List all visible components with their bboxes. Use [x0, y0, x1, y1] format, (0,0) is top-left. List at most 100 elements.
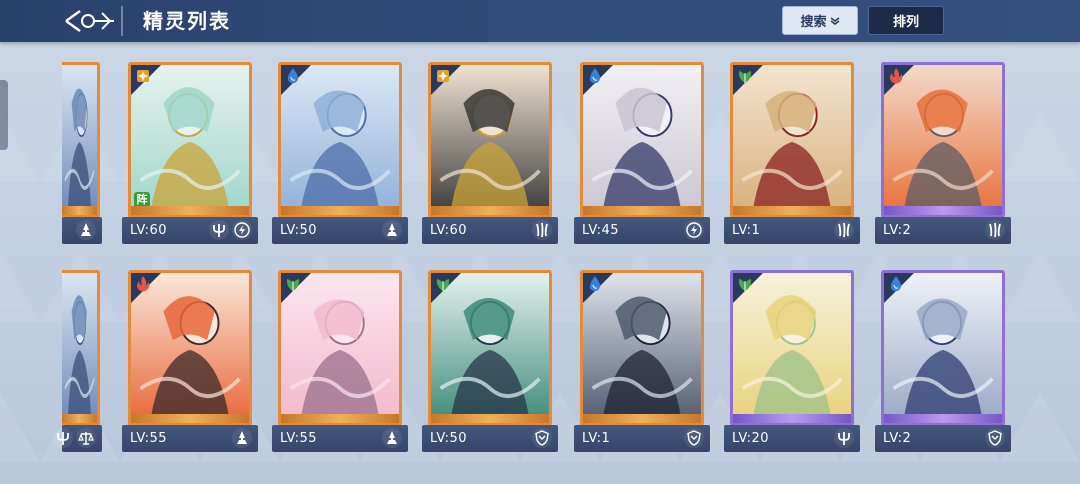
spirit-card[interactable]: LV:55	[272, 270, 408, 458]
card-level: LV:55	[280, 431, 318, 446]
card-level: LV:20	[732, 431, 770, 446]
class-icons	[684, 428, 704, 448]
card-frame	[730, 62, 854, 218]
rarity-strip	[431, 414, 549, 423]
card-info-bar: LV:1	[574, 425, 710, 452]
mage-icon	[76, 220, 96, 240]
rarity-strip	[583, 414, 701, 423]
class-icons	[76, 220, 96, 240]
card-info-bar	[53, 425, 102, 452]
card-info-bar: LV:2	[875, 217, 1011, 244]
rarity-strip	[131, 414, 249, 423]
card-frame	[428, 62, 552, 218]
rarity-strip	[733, 206, 851, 215]
card-frame	[580, 62, 704, 218]
spirit-card[interactable]: LV:2	[875, 62, 1011, 250]
spirit-card[interactable]: LV:1	[724, 62, 860, 250]
back-arrow-icon	[65, 9, 114, 33]
mage-icon	[232, 428, 252, 448]
card-info-bar: LV:50	[422, 425, 558, 452]
spirit-card[interactable]: LV:2	[875, 270, 1011, 458]
search-button[interactable]: 搜索	[782, 6, 858, 35]
card-info-bar: LV:55	[122, 425, 258, 452]
page-title: 精灵列表	[143, 9, 231, 33]
card-level: LV:50	[430, 431, 468, 446]
trident-icon	[834, 428, 854, 448]
mage-icon	[382, 428, 402, 448]
shield-icon	[985, 428, 1005, 448]
partial-spirit-card[interactable]	[53, 270, 102, 458]
card-frame	[428, 270, 552, 426]
card-frame	[62, 270, 100, 426]
card-info-bar: LV:60	[122, 217, 258, 244]
card-info-bar: LV:45	[574, 217, 710, 244]
card-info-bar: LV:20	[724, 425, 860, 452]
card-info-bar: LV:50	[272, 217, 408, 244]
rarity-strip	[884, 414, 1002, 423]
class-icons	[382, 220, 402, 240]
spirit-card[interactable]: LV:45	[574, 62, 710, 250]
scale-icon	[76, 428, 96, 448]
title-divider	[121, 6, 123, 36]
class-icons	[382, 428, 402, 448]
spirit-card[interactable]: LV:20	[724, 270, 860, 458]
card-level: LV:60	[430, 223, 468, 238]
class-icons	[232, 428, 252, 448]
card-frame	[62, 62, 100, 218]
card-info-bar: LV:2	[875, 425, 1011, 452]
card-frame	[128, 270, 252, 426]
top-bar: 精灵列表 搜索 排列	[0, 0, 1080, 42]
card-info-bar: LV:60	[422, 217, 558, 244]
rarity-strip	[733, 414, 851, 423]
spirit-card[interactable]: LV:1	[574, 270, 710, 458]
class-icons	[985, 220, 1005, 240]
spirit-card[interactable]: LV:55	[122, 270, 258, 458]
class-icons	[532, 220, 552, 240]
rarity-strip	[62, 206, 97, 215]
spirit-card[interactable]: LV:50	[422, 270, 558, 458]
card-level: LV:1	[732, 223, 761, 238]
class-icons	[53, 428, 96, 448]
rarity-strip	[281, 414, 399, 423]
card-frame	[881, 62, 1005, 218]
claw-icon	[532, 220, 552, 240]
card-frame: 阵	[128, 62, 252, 218]
card-level: LV:55	[130, 431, 168, 446]
lightning-icon	[232, 220, 252, 240]
spirit-card[interactable]: 阵 LV:60	[122, 62, 258, 250]
card-level: LV:2	[883, 431, 912, 446]
card-frame	[881, 270, 1005, 426]
card-level: LV:45	[582, 223, 620, 238]
rarity-strip	[281, 206, 399, 215]
rarity-strip	[884, 206, 1002, 215]
class-icons	[532, 428, 552, 448]
shield-icon	[532, 428, 552, 448]
class-icons	[684, 220, 704, 240]
side-drawer-handle[interactable]	[0, 80, 8, 150]
card-level: LV:50	[280, 223, 318, 238]
claw-icon	[985, 220, 1005, 240]
sort-button[interactable]: 排列	[868, 6, 944, 35]
claw-icon	[834, 220, 854, 240]
search-button-label: 搜索	[800, 15, 827, 30]
sort-button-label: 排列	[892, 15, 919, 30]
card-level: LV:60	[130, 223, 168, 238]
card-frame	[730, 270, 854, 426]
card-frame	[278, 62, 402, 218]
card-info-bar: LV:55	[272, 425, 408, 452]
spirit-card[interactable]: LV:60	[422, 62, 558, 250]
spirit-card[interactable]: LV:50	[272, 62, 408, 250]
back-button[interactable]	[60, 4, 120, 38]
rarity-strip	[431, 206, 549, 215]
shield-icon	[684, 428, 704, 448]
card-info-bar: LV:1	[724, 217, 860, 244]
trident-icon	[53, 428, 73, 448]
rarity-strip	[583, 206, 701, 215]
partial-spirit-card[interactable]	[62, 62, 102, 250]
rarity-strip	[62, 414, 97, 423]
lightning-icon	[684, 220, 704, 240]
chevron-down-icon	[830, 16, 839, 25]
class-icons	[834, 220, 854, 240]
class-icons	[834, 428, 854, 448]
rarity-strip	[131, 206, 249, 215]
